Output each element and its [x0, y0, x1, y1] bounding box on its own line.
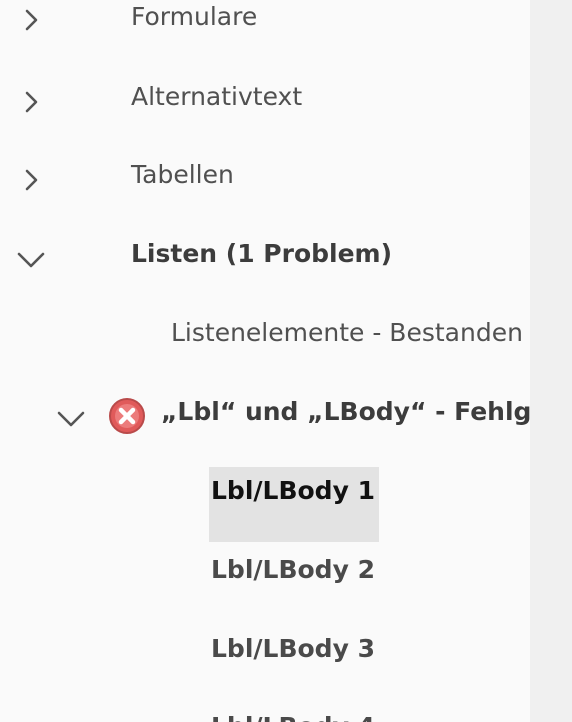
- tree-item-lbl-lbody-2[interactable]: Lbl/LBody 2: [0, 554, 530, 600]
- accessibility-checker-panel: Formulare Alternativtext Tabellen Listen…: [0, 0, 530, 722]
- chevron-right-icon[interactable]: [17, 166, 45, 194]
- tree-item-label: Formulare: [131, 2, 258, 31]
- tree-item-label: Listenelemente - Bestanden: [171, 318, 523, 347]
- tree-item-tabellen[interactable]: Tabellen: [0, 159, 530, 205]
- chevron-right-icon[interactable]: [17, 6, 45, 34]
- chevron-down-icon[interactable]: [17, 245, 45, 273]
- tree-item-label: Lbl/LBody 3: [211, 634, 375, 663]
- chevron-down-icon[interactable]: [57, 404, 85, 432]
- tree-item-label: Lbl/LBody 2: [211, 555, 375, 584]
- tree-item-label: Lbl/LBody 4: [211, 712, 375, 722]
- tree-item-label: Tabellen: [131, 160, 234, 189]
- tree-item-lbl-lbody-1[interactable]: Lbl/LBody 1: [0, 475, 530, 521]
- tree-item-formulare[interactable]: Formulare: [0, 0, 530, 46]
- tree-item-lbl-lbody-3[interactable]: Lbl/LBody 3: [0, 633, 530, 679]
- tree-item-alternativtext[interactable]: Alternativtext: [0, 80, 530, 126]
- tree-item-label: „Lbl“ und „LBody“ - Fehlgeschlagen: [161, 397, 530, 426]
- tree-item-listenelemente[interactable]: Listenelemente - Bestanden: [0, 317, 530, 363]
- tree-item-lbl-lbody-check[interactable]: „Lbl“ und „LBody“ - Fehlgeschlagen: [0, 395, 530, 441]
- error-icon: [108, 397, 146, 435]
- tree-item-label: Listen (1 Problem): [131, 239, 393, 268]
- tree-item-label: Alternativtext: [131, 82, 303, 111]
- scrollbar-track[interactable]: [530, 0, 572, 722]
- tree-item-listen[interactable]: Listen (1 Problem): [0, 238, 530, 284]
- tree-item-lbl-lbody-4[interactable]: Lbl/LBody 4: [0, 711, 530, 722]
- chevron-right-icon[interactable]: [17, 88, 45, 116]
- tree-item-label: Lbl/LBody 1: [211, 476, 375, 505]
